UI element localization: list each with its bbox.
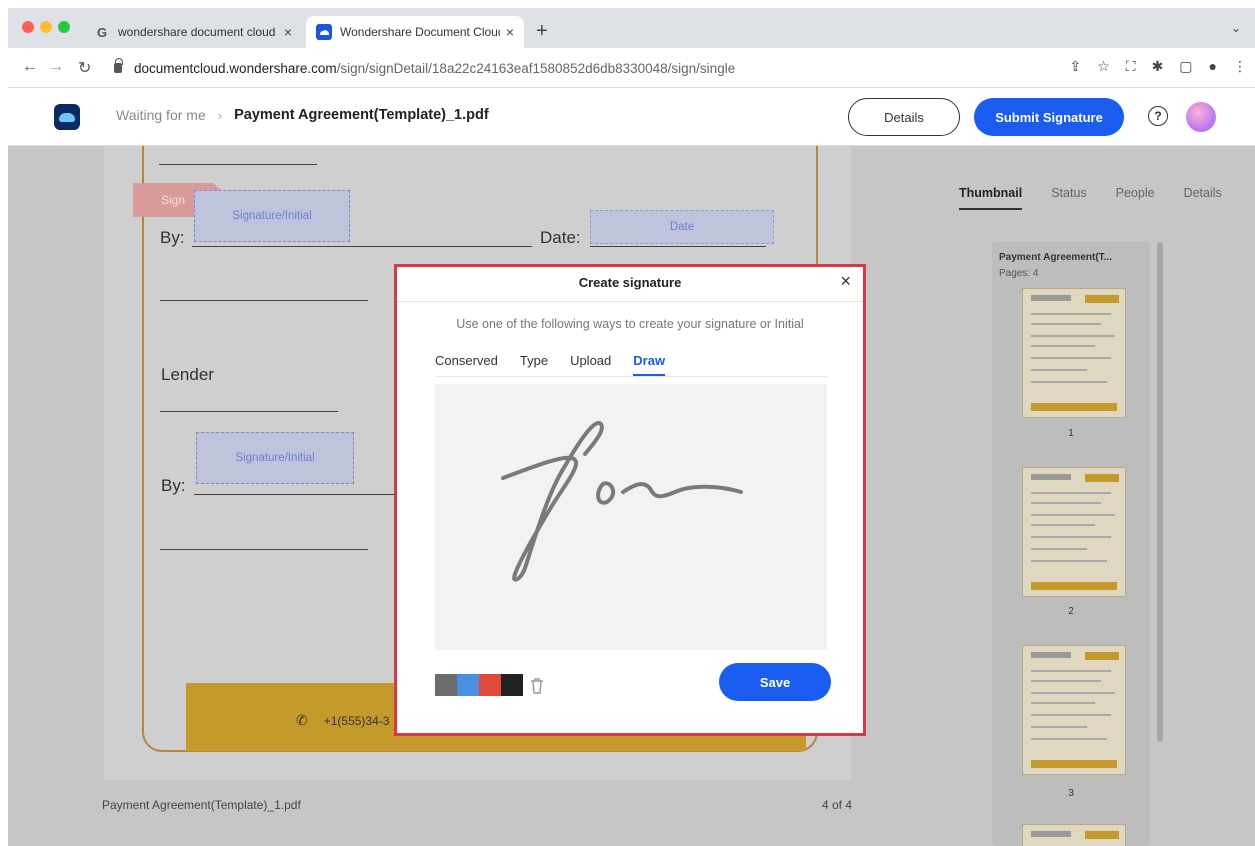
breadcrumb: Waiting for me › Payment Agreement(Templ… <box>116 107 489 123</box>
profile-icon[interactable]: ● <box>1209 58 1217 75</box>
chevron-down-icon[interactable]: ⌄ <box>1231 21 1241 35</box>
lock-icon <box>114 58 123 73</box>
browser-toolbar: ⇪ ☆ ⛶ ✱ ▢ ● ⋮ <box>1069 58 1247 75</box>
screenshot-icon[interactable]: ⛶ <box>1126 58 1136 75</box>
thumbnail-list: Payment Agreement(T... Pages: 4 1 2 3 <box>992 242 1150 846</box>
ink-color-picker <box>435 674 523 696</box>
phone-number: +1(555)34-3 <box>323 713 390 728</box>
minimize-window-button[interactable] <box>40 21 52 33</box>
underline <box>194 494 404 495</box>
swatch-blue[interactable] <box>457 674 479 696</box>
tab-status[interactable]: Status <box>1051 186 1086 210</box>
date-label: Date: <box>540 228 581 247</box>
signature-field[interactable]: Signature/Initial <box>194 190 350 242</box>
close-icon[interactable]: × <box>840 271 851 292</box>
app-header: Waiting for me › Payment Agreement(Templ… <box>8 88 1255 146</box>
underline <box>159 164 317 165</box>
footer-file-name: Payment Agreement(Template)_1.pdf <box>102 798 301 812</box>
browser-window: G wondershare document cloud × Wondersha… <box>8 8 1255 846</box>
tab-conserved[interactable]: Conserved <box>435 353 498 376</box>
chevron-right-icon: › <box>217 107 223 123</box>
divider <box>397 301 863 302</box>
panel-scrollbar[interactable] <box>1157 242 1163 742</box>
google-icon: G <box>96 24 108 40</box>
signature-field[interactable]: Signature/Initial <box>196 432 354 484</box>
dialog-title: Create signature <box>578 275 682 290</box>
back-arrow-icon[interactable]: ← <box>22 58 38 76</box>
close-tab-icon[interactable]: × <box>506 24 514 40</box>
close-window-button[interactable] <box>22 21 34 33</box>
reload-icon[interactable]: ↻ <box>78 58 91 78</box>
sidebar-icon[interactable]: ▢ <box>1179 58 1192 75</box>
thumbnail-number: 3 <box>1068 788 1074 799</box>
drawn-signature <box>501 421 743 582</box>
phone-icon: ✆ <box>296 712 308 728</box>
by-label: By: <box>160 228 185 247</box>
draw-canvas[interactable] <box>435 384 827 650</box>
tab-bar: G wondershare document cloud × Wondersha… <box>8 8 1255 48</box>
avatar[interactable] <box>1186 102 1216 132</box>
create-signature-dialog: Create signature × Use one of the follow… <box>394 264 866 736</box>
trash-icon[interactable] <box>528 677 546 695</box>
by-label: By: <box>161 476 186 495</box>
tab-type[interactable]: Type <box>520 353 548 376</box>
underline <box>160 549 368 550</box>
page-title: Payment Agreement(Template)_1.pdf <box>234 107 489 123</box>
page-thumbnail-3[interactable] <box>1022 645 1126 775</box>
close-tab-icon[interactable]: × <box>284 24 292 40</box>
extensions-icon[interactable]: ✱ <box>1152 58 1164 75</box>
share-icon[interactable]: ⇪ <box>1069 58 1081 75</box>
underline <box>160 411 338 412</box>
url-path: /sign/signDetail/18a22c24163eaf1580852d6… <box>336 60 736 76</box>
details-button[interactable]: Details <box>848 98 960 136</box>
page-thumbnail-4[interactable] <box>1022 824 1126 846</box>
underline <box>590 246 766 247</box>
date-field[interactable]: Date <box>590 210 774 244</box>
thumbnail-number: 1 <box>1068 428 1074 439</box>
help-icon[interactable]: ? <box>1148 106 1168 126</box>
swatch-gray[interactable] <box>435 674 457 696</box>
thumbnail-doc-title: Payment Agreement(T... <box>999 252 1112 263</box>
url-field[interactable]: documentcloud.wondershare.com/sign/signD… <box>106 54 1036 82</box>
submit-signature-button[interactable]: Submit Signature <box>974 98 1124 136</box>
browser-tab-document-cloud[interactable]: Wondershare Document Cloud × <box>306 16 524 48</box>
tab-people[interactable]: People <box>1116 186 1155 210</box>
breadcrumb-parent[interactable]: Waiting for me <box>116 107 206 123</box>
underline <box>160 300 368 301</box>
maximize-window-button[interactable] <box>58 21 70 33</box>
page-thumbnail-2[interactable] <box>1022 467 1126 597</box>
lender-label: Lender <box>161 365 214 384</box>
page-thumbnail-1[interactable] <box>1022 288 1126 418</box>
forward-arrow-icon[interactable]: → <box>48 58 64 76</box>
contact-phone: ✆ +1(555)34-3 <box>296 712 389 729</box>
tab-draw[interactable]: Draw <box>633 353 666 376</box>
page-footer: Payment Agreement(Template)_1.pdf 4 of 4 <box>102 798 852 812</box>
thumbnail-number: 2 <box>1068 606 1074 617</box>
app-logo[interactable] <box>54 104 80 130</box>
page-count: 4 of 4 <box>821 798 852 812</box>
tab-title: Wondershare Document Cloud <box>340 25 500 39</box>
cloud-icon <box>59 112 75 122</box>
new-tab-button[interactable]: + <box>536 20 548 43</box>
tab-upload[interactable]: Upload <box>570 353 611 376</box>
tab-thumbnail[interactable]: Thumbnail <box>959 186 1023 210</box>
wondershare-icon <box>316 24 332 40</box>
save-button[interactable]: Save <box>719 663 831 701</box>
signature-method-tabs: Conserved Type Upload Draw <box>435 353 827 377</box>
underline <box>192 246 532 247</box>
address-bar: ← → ↻ documentcloud.wondershare.com/sign… <box>8 48 1255 88</box>
tab-title: wondershare document cloud <box>118 25 276 39</box>
panel-tabs: Thumbnail Status People Details <box>959 186 1249 210</box>
more-icon[interactable]: ⋮ <box>1233 58 1247 75</box>
star-icon[interactable]: ☆ <box>1097 58 1110 75</box>
thumbnail-page-count: Pages: 4 <box>999 268 1039 279</box>
browser-tab-search[interactable]: G wondershare document cloud × <box>84 16 302 48</box>
dialog-subtitle: Use one of the following ways to create … <box>456 317 804 331</box>
swatch-red[interactable] <box>479 674 501 696</box>
swatch-black[interactable] <box>501 674 523 696</box>
tab-details[interactable]: Details <box>1184 186 1222 210</box>
right-panel: Thumbnail Status People Details Payment … <box>935 146 1255 846</box>
url-domain: documentcloud.wondershare.com <box>134 60 337 76</box>
